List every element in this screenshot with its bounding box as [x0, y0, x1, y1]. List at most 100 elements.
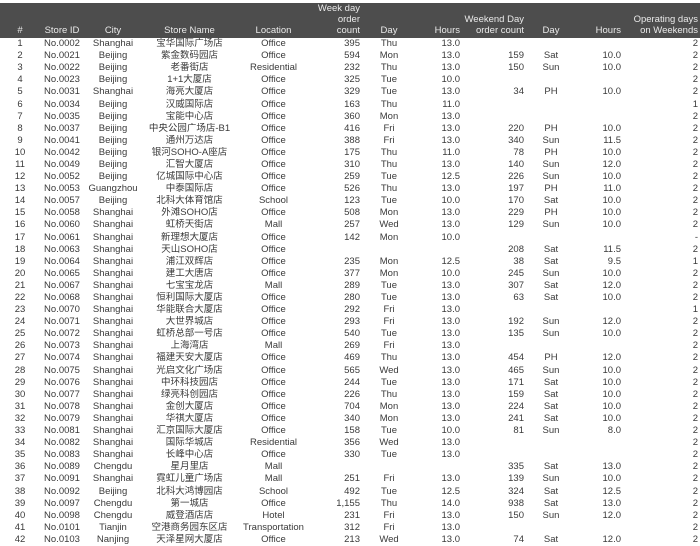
cell-weekday-hours: 10.0	[441, 425, 461, 437]
cell-weekday-hours: 13.0	[441, 38, 461, 50]
cell-weekday-day: Thu	[380, 388, 398, 400]
cell-index: 26	[14, 340, 26, 352]
cell-weekend-order-count: 241	[508, 412, 524, 424]
table-row: 32 No.0079 Shanghai 华祺大厦店 Office 340 Mon 13.0 24…	[0, 413, 700, 425]
cell-weekday-day: Wed	[379, 219, 399, 231]
cell-weekend-hours: 10.0	[602, 328, 622, 340]
cell-store-id: No.0068	[44, 292, 80, 304]
table-row: 31 No.0078 Shanghai 金创大厦店 Office 704 Mon 13.0 22…	[0, 401, 700, 413]
cell-store-id: No.0103	[44, 533, 80, 545]
cell-location: School	[258, 195, 289, 207]
cell-weekday-day: Mon	[379, 50, 399, 62]
cell-weekday-order-count: 163	[344, 98, 360, 110]
cell-weekday-order-count: 213	[344, 533, 360, 545]
cell-weekend-day: Sun	[542, 134, 560, 146]
cell-weekday-order-count: 175	[344, 146, 360, 158]
cell-operating-days-weekends: 2	[692, 292, 698, 304]
cell-weekday-hours: 13.0	[441, 219, 461, 231]
column-header-weekend-hours: Hours	[576, 3, 623, 38]
cell-city: Beijing	[98, 195, 128, 207]
cell-store-name: 浦江双辉店	[165, 255, 214, 267]
table-row: 40 No.0098 Chengdu 威登酒店店 Hotel 231 Fri 13.0 150 S…	[0, 510, 700, 522]
cell-weekday-day: Mon	[379, 412, 399, 424]
cell-weekday-order-count	[310, 244, 362, 256]
cell-city: Shanghai	[92, 243, 134, 255]
table-row: 29 No.0076 Shanghai 中环科技园店 Office 244 Tue 13.0 1…	[0, 377, 700, 389]
cell-weekend-day: Sat	[543, 376, 559, 388]
cell-weekend-order-count: 197	[508, 183, 524, 195]
cell-store-id: No.0071	[44, 316, 80, 328]
cell-city: Shanghai	[92, 388, 134, 400]
cell-weekday-hours: 11.0	[442, 146, 460, 158]
cell-weekend-hours: 10.0	[602, 207, 622, 219]
cell-weekday-order-count: 312	[344, 521, 360, 533]
cell-store-id: No.0042	[44, 146, 80, 158]
column-header-store-id: Store ID	[40, 3, 84, 38]
cell-operating-days-weekends: 2	[692, 340, 698, 352]
cell-store-id: No.0076	[44, 376, 80, 388]
cell-location: Residential	[250, 62, 297, 74]
cell-city: Shanghai	[92, 364, 134, 376]
cell-weekday-hours: 13.0	[441, 86, 461, 98]
cell-index: 5	[17, 86, 23, 98]
cell-store-id: No.0083	[44, 449, 80, 461]
cell-weekend-order-count: 220	[508, 122, 524, 134]
cell-weekday-hours: 13.0	[441, 412, 461, 424]
cell-index: 15	[14, 207, 26, 219]
cell-location: Office	[261, 110, 286, 122]
table-row: 15 No.0058 Shanghai 外滩SOHO店 Office 508 Mon 13.0…	[0, 207, 700, 219]
cell-store-name: 建工大唐店	[165, 267, 214, 279]
cell-weekend-hours: 12.0	[602, 533, 622, 545]
cell-weekend-day	[526, 38, 576, 50]
cell-weekday-order-count: 330	[344, 449, 360, 461]
cell-weekend-hours: 12.0	[602, 158, 622, 170]
cell-store-id: No.0037	[44, 122, 80, 134]
cell-weekday-hours	[416, 244, 462, 256]
cell-weekend-hours: 12.0	[602, 279, 622, 291]
store-table: # Store ID City Store Name Location Week day o…	[0, 3, 700, 546]
cell-operating-days-weekends: 2	[692, 485, 698, 497]
cell-weekday-order-count: 329	[344, 86, 360, 98]
cell-store-name: 华能联合大厦店	[156, 304, 223, 316]
cell-operating-days-weekends: 2	[692, 62, 698, 74]
cell-weekend-day: Sun	[542, 364, 560, 376]
cell-store-name: 中泰国际店	[165, 183, 214, 195]
cell-store-id: No.0031	[44, 86, 80, 98]
cell-location: Mall	[264, 279, 283, 291]
cell-weekend-hours: 11.5	[603, 243, 621, 255]
cell-index: 25	[14, 328, 26, 340]
cell-weekday-order-count: 594	[344, 50, 360, 62]
cell-weekend-hours: 12.5	[602, 485, 622, 497]
cell-weekday-order-count: 325	[344, 74, 360, 86]
cell-store-id: No.0023	[44, 74, 80, 86]
cell-weekend-order-count: 171	[508, 376, 524, 388]
cell-weekday-order-count: 232	[344, 62, 360, 74]
cell-weekend-order-count	[462, 522, 526, 534]
cell-store-id: No.0035	[44, 110, 80, 122]
cell-weekend-order-count	[462, 437, 526, 449]
cell-weekend-hours: 10.0	[602, 50, 622, 62]
cell-weekend-hours: 12.0	[602, 352, 622, 364]
cell-weekday-hours	[416, 461, 462, 473]
cell-index: 8	[17, 122, 23, 134]
cell-weekend-day: Sat	[543, 533, 559, 545]
cell-city: Beijing	[98, 62, 128, 74]
cell-weekday-order-count	[310, 461, 362, 473]
cell-city: Beijing	[98, 134, 128, 146]
table-header: # Store ID City Store Name Location Week day o…	[0, 3, 700, 38]
cell-weekday-day: Mon	[379, 255, 399, 267]
cell-weekend-day: Sun	[542, 473, 560, 485]
cell-index: 9	[17, 134, 23, 146]
cell-location: Office	[261, 412, 286, 424]
cell-weekend-day: Sun	[542, 328, 560, 340]
cell-weekday-day: Tue	[380, 449, 398, 461]
cell-weekday-day: Tue	[380, 292, 398, 304]
cell-city: Beijing	[98, 485, 128, 497]
cell-weekend-order-count: 192	[508, 316, 524, 328]
cell-index: 34	[14, 437, 26, 449]
cell-weekday-hours: 13.0	[441, 352, 461, 364]
cell-operating-days-weekends: 2	[692, 122, 698, 134]
table-row: 36 No.0089 Chengdu 星月里店 Mall 335 Sat 13.0 2	[0, 461, 700, 473]
cell-location: Office	[261, 352, 286, 364]
cell-weekday-hours: 13.0	[441, 207, 461, 219]
